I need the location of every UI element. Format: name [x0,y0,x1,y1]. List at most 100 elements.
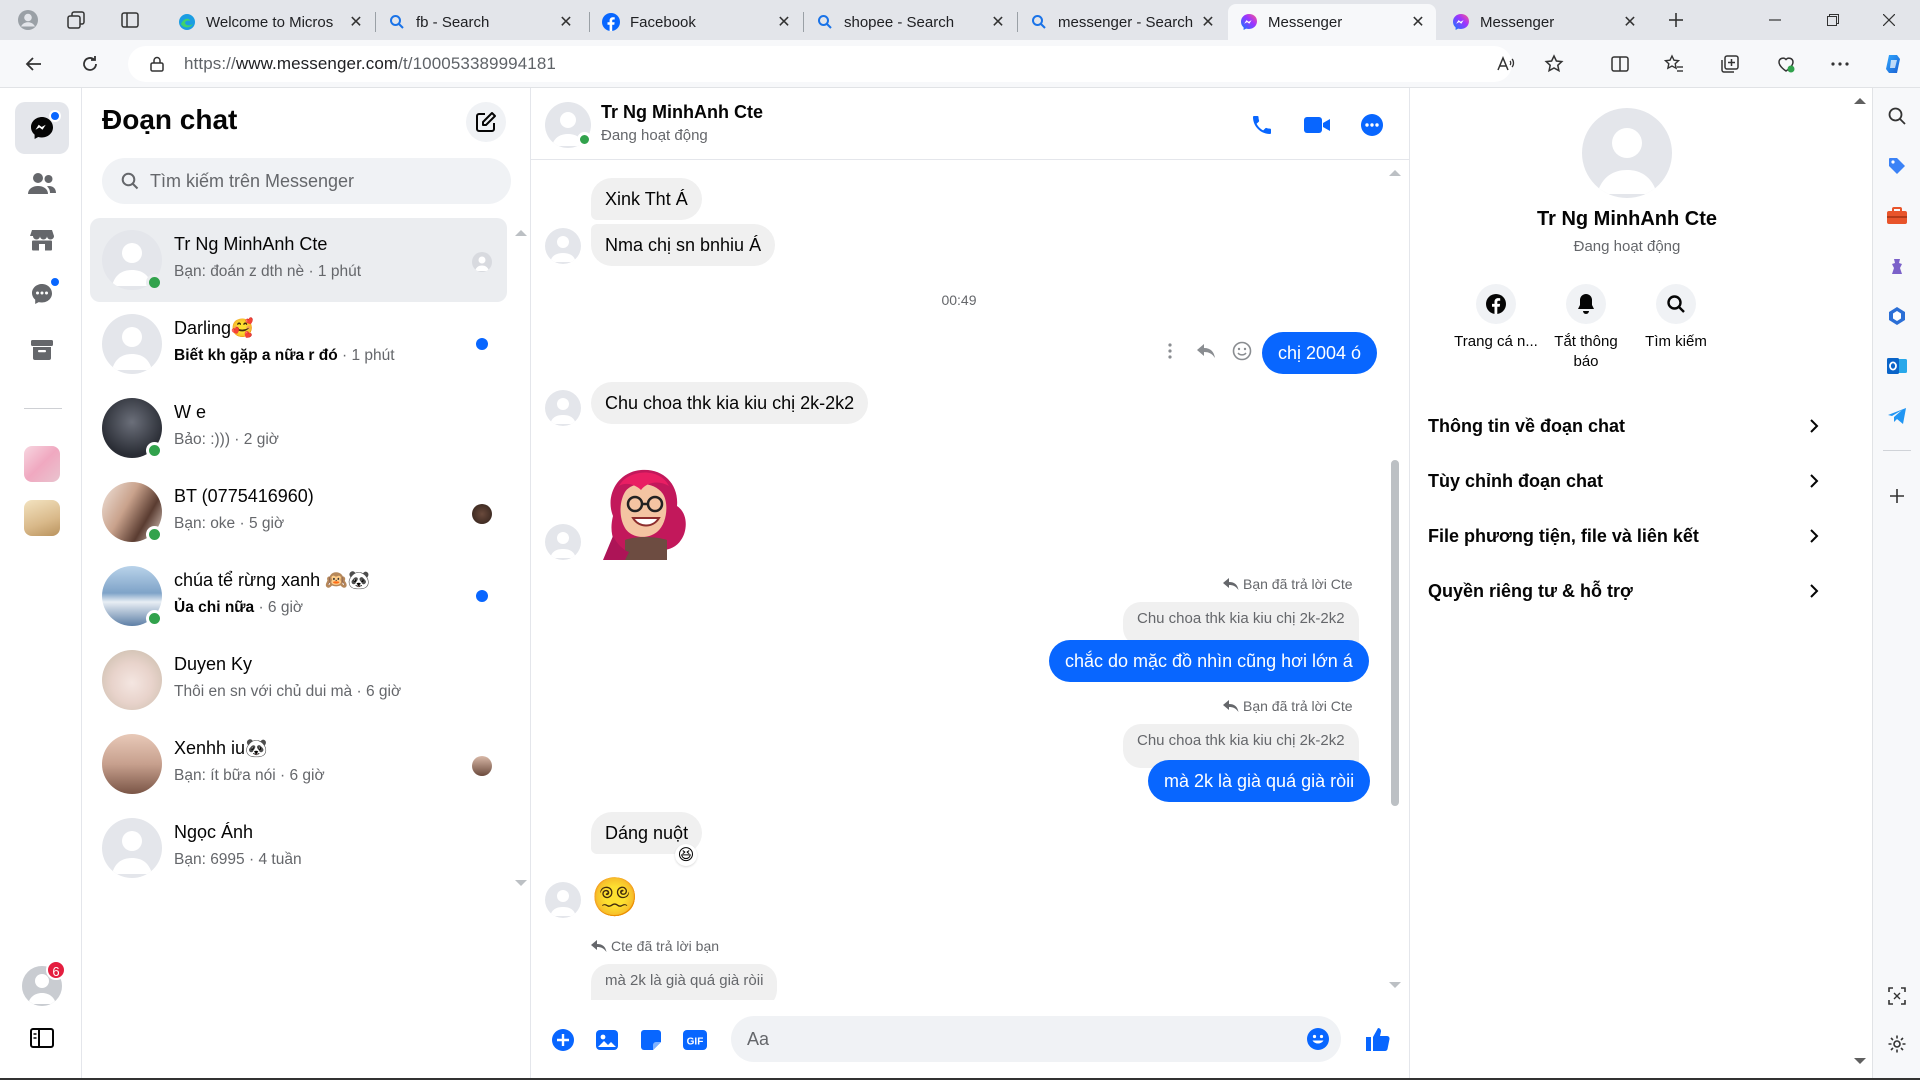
games-icon[interactable] [1885,254,1909,278]
tab-shopee-search[interactable]: shopee - Search ✕ [804,4,1016,40]
tools-icon[interactable] [1885,204,1909,228]
minimize-button[interactable] [1752,0,1798,40]
chat-search-bar[interactable] [102,158,511,204]
rail-people-button[interactable] [15,158,69,210]
close-icon[interactable]: ✕ [348,14,364,31]
shopping-tag-icon[interactable] [1885,154,1909,178]
read-aloud-icon[interactable] [1490,48,1522,80]
outgoing-message[interactable]: mà 2k là già quá già ròii [1148,760,1371,802]
sidebar-settings-icon[interactable] [1885,1032,1909,1056]
more-options-icon[interactable] [1824,48,1856,80]
community-thumbnail[interactable] [24,446,60,482]
community-thumbnail[interactable] [24,500,60,536]
new-message-button[interactable] [466,102,506,142]
sticker-image[interactable] [595,456,695,560]
info-row-media[interactable]: File phương tiện, file và liên kết [1418,510,1834,562]
telegram-icon[interactable] [1885,404,1909,428]
message-scrollbar[interactable] [1391,460,1399,806]
message-input[interactable] [747,1028,1305,1050]
react-smiley-icon[interactable] [1231,340,1253,362]
close-icon[interactable]: ✕ [1410,14,1426,31]
scroll-up-arrow[interactable] [1389,170,1401,176]
conversation-item[interactable]: chúa tể rừng xanh 🙉🐼 Ủa chi nữa · 6 giờ [90,554,507,638]
close-window-button[interactable] [1866,0,1912,40]
new-tab-button[interactable] [1664,8,1688,32]
chat-search-input[interactable] [150,170,490,192]
close-icon[interactable]: ✕ [776,14,792,31]
send-like-button[interactable] [1361,1022,1395,1056]
scroll-up-arrow[interactable] [515,230,527,236]
profile-action-facebook[interactable]: Trang cá n... [1446,284,1546,352]
sticker-button[interactable] [637,1026,665,1054]
scroll-up-arrow[interactable] [1854,98,1866,104]
info-row-customize[interactable]: Tùy chỉnh đoạn chat [1418,455,1834,507]
attach-photo-button[interactable] [593,1026,621,1054]
scroll-down-arrow[interactable] [1389,982,1401,988]
microsoft-365-icon[interactable] [1885,304,1909,328]
video-call-button[interactable] [1302,110,1332,140]
conversation-item[interactable]: Xenhh iu🐼 Bạn: ít bữa nói · 6 giờ [90,722,507,806]
tab-fb-search[interactable]: fb - Search ✕ [376,4,584,40]
collections-icon[interactable] [1714,48,1746,80]
reply-icon[interactable] [1195,340,1217,362]
tab-facebook[interactable]: Facebook ✕ [590,4,802,40]
conversation-item[interactable]: Duyen Ky Thôi en sn với chủ dui mà · 6 g… [90,638,507,722]
conversation-item[interactable]: Darling🥰 Biết kh gặp a nữa r đó · 1 phút [90,302,507,386]
voice-call-button[interactable] [1247,110,1277,140]
replied-message-quote[interactable]: mà 2k là già quá già ròii [591,964,778,1000]
conversation-item[interactable]: BT (0775416960) Bạn: oke · 5 giờ [90,470,507,554]
toggle-sidebar-button[interactable] [28,1024,56,1052]
rail-chats-button[interactable] [15,102,69,154]
favorite-star-icon[interactable] [1538,48,1570,80]
message-reaction[interactable]: 😆 [675,844,697,866]
emoji-picker-button[interactable] [1305,1026,1331,1052]
conversation-item[interactable]: Ngọc Ánh Bạn: 6995 · 4 tuần [90,806,507,890]
tab-messenger-active[interactable]: Messenger ✕ [1228,4,1436,40]
gif-button[interactable]: GIF [681,1026,709,1054]
scroll-down-arrow[interactable] [515,880,527,886]
copilot-icon[interactable] [1878,48,1910,80]
outgoing-message[interactable]: chị 2004 ó [1262,332,1378,374]
tab-messenger-search[interactable]: messenger - Search ✕ [1018,4,1226,40]
conversation-item[interactable]: W e Bảo: :))) · 2 giờ [90,386,507,470]
close-icon[interactable]: ✕ [558,14,574,31]
refresh-button[interactable] [74,48,106,80]
incoming-message[interactable]: Nma chị sn bnhiu Á [591,224,776,266]
restore-button[interactable] [1810,0,1856,40]
more-actions-button[interactable] [549,1026,577,1054]
profile-icon[interactable] [16,8,40,32]
more-vertical-icon[interactable] [1159,340,1181,362]
add-sidebar-app-icon[interactable] [1885,484,1909,508]
conversation-item[interactable]: Tr Ng MinhAnh Cte Bạn: đoán z dth nè · 1… [90,218,507,302]
close-icon[interactable]: ✕ [1622,14,1638,31]
workspaces-icon[interactable] [64,8,88,32]
rail-archive-button[interactable] [15,324,69,376]
lock-icon[interactable] [148,55,166,73]
outlook-icon[interactable] [1885,354,1909,378]
close-icon[interactable]: ✕ [990,14,1006,31]
favorites-icon[interactable] [1658,48,1690,80]
split-screen-icon[interactable] [1604,48,1636,80]
tab-welcome[interactable]: Welcome to Micros ✕ [166,4,374,40]
info-row-chat-info[interactable]: Thông tin về đoạn chat [1418,400,1834,452]
profile-avatar[interactable] [1582,108,1672,198]
rail-requests-button[interactable] [15,268,69,320]
close-icon[interactable]: ✕ [1200,14,1216,31]
conversation-info-button[interactable] [1357,110,1387,140]
info-row-privacy[interactable]: Quyền riêng tư & hỗ trợ [1418,565,1834,617]
url-field[interactable]: https://www.messenger.com/t/100053389994… [128,46,1512,82]
message-input-box[interactable] [731,1016,1341,1062]
conversation-name[interactable]: Tr Ng MinhAnh Cte [601,102,763,123]
tab-messenger-2[interactable]: Messenger ✕ [1440,4,1648,40]
sidebar-search-icon[interactable] [1885,104,1909,128]
back-button[interactable] [18,48,50,80]
profile-action-mute[interactable]: Tắt thông báo [1536,284,1636,372]
outgoing-message[interactable]: chắc do mặc đồ nhìn cũng hơi lớn á [1049,640,1369,682]
rail-marketplace-button[interactable] [15,214,69,266]
profile-action-search[interactable]: Tìm kiếm [1626,284,1726,352]
tab-actions-icon[interactable] [118,8,142,32]
incoming-message[interactable]: Chu choa thk kia kiu chị 2k-2k2 [591,382,869,424]
browser-essentials-icon[interactable] [1770,48,1802,80]
scroll-down-arrow[interactable] [1854,1058,1866,1064]
emoji-message[interactable]: 😵‍💫 [591,876,638,920]
